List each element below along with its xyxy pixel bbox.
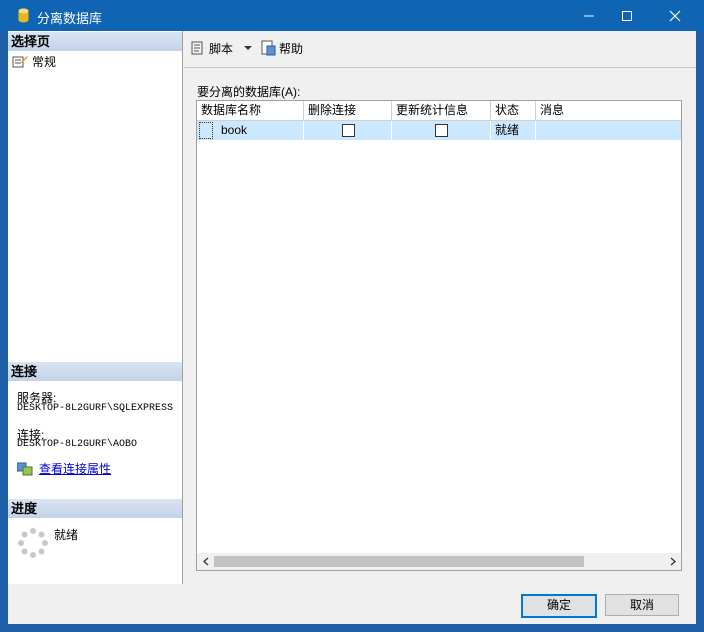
title-bar: 分离数据库 (0, 0, 704, 31)
chevron-down-icon[interactable] (243, 44, 253, 52)
drop-connections-checkbox[interactable] (342, 124, 355, 137)
grid-caption: 要分离的数据库(A): (197, 85, 301, 99)
connection-properties-icon (17, 462, 33, 475)
column-header-status[interactable]: 状态 (491, 101, 536, 120)
column-header-name[interactable]: 数据库名称 (197, 101, 304, 120)
dialog-body: 选择页 常规 连接 服务器: DESKTOP-8L2GURF\SQLEXPRES… (8, 31, 696, 624)
column-header-drop-connections[interactable]: 删除连接 (304, 101, 392, 120)
chevron-right-icon (670, 557, 676, 566)
help-label: 帮助 (279, 41, 304, 56)
table-row[interactable]: book 就绪 (197, 121, 681, 140)
server-value: DESKTOP-8L2GURF\SQLEXPRESS (17, 403, 174, 414)
cell-status: 就绪 (491, 121, 536, 140)
dialog-window: 分离数据库 选择页 常规 连接 服务器: DESKTOP-8L2GURF\SQL… (0, 0, 704, 632)
cell-database-name: book (197, 121, 304, 140)
progress-spinner-icon (18, 528, 48, 558)
chevron-left-icon (202, 557, 208, 566)
connection-heading: 连接 (8, 362, 182, 381)
cell-message (536, 121, 681, 140)
close-icon (669, 10, 681, 21)
grid-header: 数据库名称 删除连接 更新统计信息 状态 消息 (197, 101, 681, 121)
update-statistics-checkbox[interactable] (435, 124, 448, 137)
help-button[interactable]: 帮助 (260, 39, 303, 57)
script-icon (191, 41, 203, 55)
minimize-icon (584, 15, 594, 16)
view-connection-properties[interactable]: 查看连接属性 (17, 460, 111, 477)
toolbar: 脚本 帮助 (184, 31, 696, 68)
database-icon (18, 8, 29, 23)
scroll-right-button[interactable] (664, 553, 681, 570)
cell-update-statistics (392, 121, 491, 140)
progress-status: 就绪 (54, 528, 79, 542)
close-button[interactable] (652, 0, 698, 31)
horizontal-scrollbar[interactable] (197, 553, 681, 570)
scroll-left-button[interactable] (197, 553, 214, 570)
select-page-heading: 选择页 (8, 32, 182, 51)
connection-value: DESKTOP-8L2GURF\AOBO (17, 439, 138, 450)
general-page-icon (12, 56, 28, 68)
ok-button[interactable]: 确定 (521, 594, 597, 618)
maximize-icon (622, 10, 632, 21)
column-header-update-statistics[interactable]: 更新统计信息 (392, 101, 491, 120)
view-connection-link[interactable]: 查看连接属性 (39, 460, 111, 477)
cancel-button[interactable]: 取消 (605, 594, 679, 616)
nav-item-general[interactable]: 常规 (12, 52, 56, 70)
help-icon (261, 40, 276, 56)
scrollbar-thumb[interactable] (214, 556, 584, 567)
maximize-button[interactable] (604, 0, 650, 31)
databases-grid[interactable]: 数据库名称 删除连接 更新统计信息 状态 消息 book 就绪 (196, 100, 682, 571)
left-pane: 选择页 常规 连接 服务器: DESKTOP-8L2GURF\SQLEXPRES… (8, 31, 183, 584)
script-button[interactable]: 脚本 (190, 39, 253, 57)
nav-item-label: 常规 (32, 54, 57, 69)
cell-drop-connections (304, 121, 392, 140)
progress-heading: 进度 (8, 499, 182, 518)
script-label: 脚本 (209, 41, 234, 56)
column-header-message[interactable]: 消息 (536, 101, 681, 120)
window-title: 分离数据库 (37, 11, 103, 26)
